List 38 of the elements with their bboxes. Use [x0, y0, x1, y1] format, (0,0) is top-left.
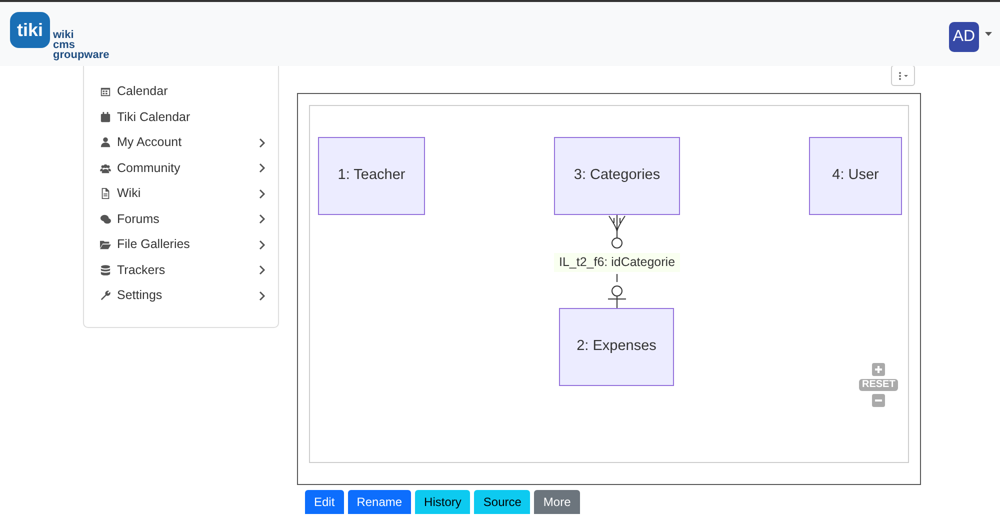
options-button[interactable] — [891, 65, 915, 86]
sidebar-item[interactable]: Trackers — [100, 258, 266, 283]
relationship-label: IL_t2_f6: idCategorie — [554, 253, 680, 272]
kebab-icon — [897, 70, 909, 80]
zoom-in-icon[interactable] — [872, 363, 886, 376]
speech-bubbles-icon — [100, 214, 111, 225]
sidebar-item[interactable]: Calendar — [100, 79, 266, 104]
logo-text: wiki — [53, 30, 75, 40]
database-icon — [100, 264, 111, 276]
logo-text: groupware — [53, 50, 110, 60]
sidebar-item[interactable]: Wiki — [100, 181, 266, 206]
document-icon — [100, 188, 111, 200]
sidebar-item[interactable]: My Account — [100, 130, 266, 156]
wrench-icon — [100, 290, 111, 302]
user-icon — [100, 137, 111, 148]
sidebar-item[interactable]: Tiki Calendar — [100, 104, 266, 130]
zoom-out-icon[interactable] — [872, 394, 886, 407]
action-button[interactable]: Edit — [305, 490, 344, 514]
action-button[interactable]: History — [415, 490, 470, 514]
calendar-icon — [100, 86, 111, 98]
logo-icon[interactable]: tiki — [10, 12, 50, 48]
entity-box: 4: User — [809, 137, 902, 215]
folder-icon — [100, 239, 111, 250]
logo-text: cms — [53, 40, 76, 50]
entity-box: 2: Expenses — [559, 308, 674, 386]
entity-box: 3: Categories — [554, 137, 680, 215]
calendar-icon — [100, 112, 111, 123]
entity-box: 1: Teacher — [318, 137, 425, 215]
action-button[interactable]: More — [534, 490, 580, 514]
sidebar-item[interactable]: File Galleries — [100, 232, 266, 258]
sidebar-item[interactable]: Community — [100, 156, 266, 181]
caret-icon[interactable] — [985, 32, 992, 37]
sidebar-item[interactable]: Forums — [100, 206, 266, 232]
sidebar-item[interactable]: Settings — [100, 283, 266, 308]
action-button[interactable]: Source — [474, 490, 530, 514]
user-avatar[interactable]: AD — [949, 22, 979, 52]
users-icon — [100, 162, 111, 174]
action-button[interactable]: Rename — [348, 490, 412, 514]
